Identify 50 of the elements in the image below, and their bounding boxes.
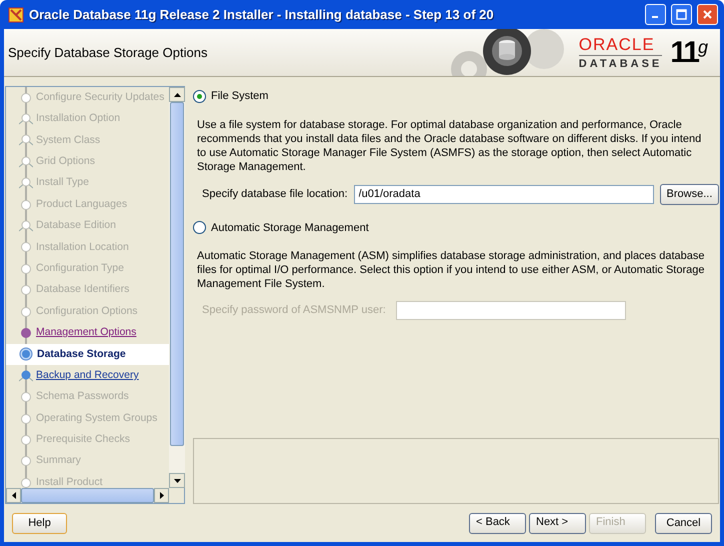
logo-version: 11$^{g}$ <box>670 38 706 68</box>
app-icon <box>8 6 24 22</box>
step-label: Summary <box>35 453 81 468</box>
description-text: Automatic Storage Management (ASM) simplifies database storage administration, and places database files for optimal I/O performance. Select this option if you intend to use either ASM, or Automatic Storage Management File System. <box>197 249 706 291</box>
step-label: Schema Passwords <box>35 389 129 404</box>
minimize-button[interactable] <box>645 4 666 25</box>
logo-product: DATABASE <box>578 58 662 70</box>
logo-brand: ORACLE <box>578 36 662 56</box>
step-label: Database Identifiers <box>35 282 130 298</box>
step-link[interactable]: Management Options <box>32 325 136 341</box>
up-arrow-icon[interactable] <box>174 92 180 96</box>
step-label: Database Storage <box>36 346 126 362</box>
radio-label: File System <box>211 89 268 104</box>
close-icon <box>702 9 713 20</box>
down-arrow-icon[interactable] <box>174 478 180 482</box>
help-button[interactable]: Help <box>12 512 67 534</box>
browse-button[interactable]: Browse... <box>660 184 720 204</box>
step-label: Database Edition <box>35 218 116 234</box>
maximize-icon <box>676 9 687 20</box>
cancel-button[interactable]: Cancel <box>655 512 712 534</box>
step-link[interactable]: Backup and Recovery <box>33 368 139 384</box>
page-title: Specify Database Storage Options <box>7 44 208 62</box>
maximize-button[interactable] <box>671 4 692 25</box>
nav-button[interactable]: Next > <box>529 512 586 534</box>
horizontal-scrollbar[interactable] <box>6 488 169 503</box>
step-label: System Class <box>35 132 100 148</box>
close-button[interactable] <box>697 4 718 25</box>
step-label: Installation Location <box>35 240 129 255</box>
step-label: Grid Options <box>35 154 95 169</box>
left-arrow-icon[interactable] <box>12 492 16 499</box>
step-label: Install Product <box>35 474 103 488</box>
step-label: Installation Option <box>35 111 120 126</box>
nav-button[interactable]: < Back <box>469 512 526 534</box>
description-text: Use a file system for database storage. For optimal database organization and performance, Oracle recommends that you install data files and the Oracle database software on different disks. If you intend to use Automatic Storage Manager File System (ASMFS) as the storage option, then select Automatic Storage Management. <box>197 118 702 174</box>
step-label: Configure Security Updates <box>35 90 164 105</box>
field-label: Specify database file location: <box>202 186 348 202</box>
window-title: Oracle Database 11g Release 2 Installer - Installing database - Step 13 of 20 <box>29 6 495 24</box>
step-label: Product Languages <box>35 196 128 212</box>
step-label: Operating System Groups <box>35 410 158 426</box>
step-label: Configuration Type <box>35 260 124 276</box>
step-label: Configuration Options <box>35 304 138 319</box>
radio-button[interactable] <box>193 221 206 234</box>
step-label: Prerequisite Checks <box>35 432 130 448</box>
right-arrow-icon[interactable] <box>160 492 164 499</box>
radio-button[interactable] <box>193 90 206 103</box>
step-label: Install Type <box>35 175 89 190</box>
input-field[interactable]: /u01/oradata <box>354 184 654 204</box>
vertical-scrollbar[interactable] <box>169 87 185 488</box>
field-label: Specify password of ASMSNMP user: <box>202 303 386 318</box>
radio-label: Automatic Storage Management <box>211 220 369 236</box>
